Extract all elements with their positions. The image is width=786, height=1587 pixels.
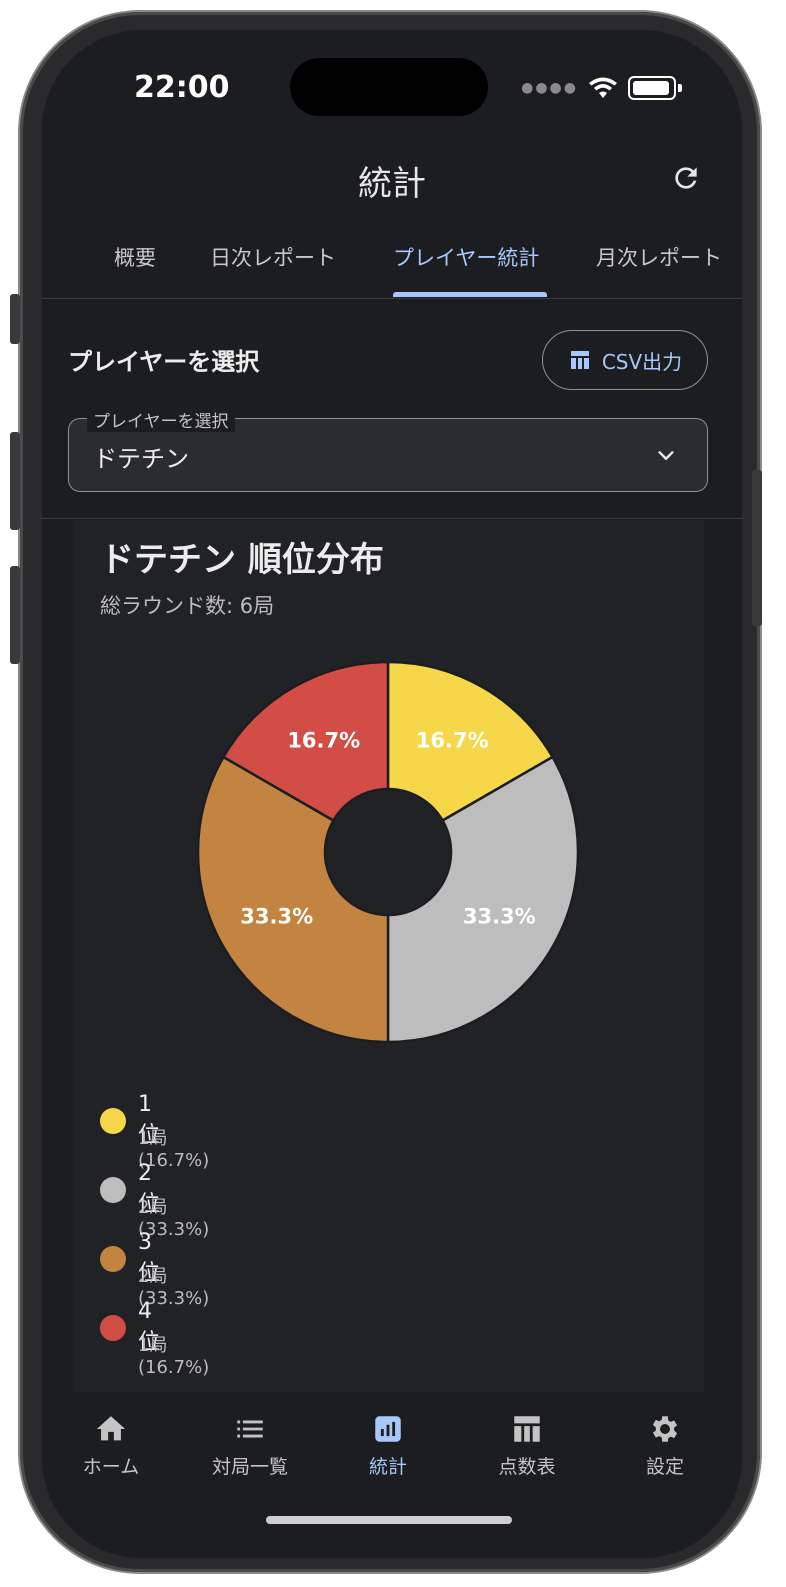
legend-dot — [100, 1315, 126, 1341]
app-screen: 22:00 ●●●● 統計 概要 日次レポート プレイヤー統計 月次レポート プ… — [42, 30, 742, 1558]
player-select-value: ドテチン — [93, 445, 189, 473]
battery-icon — [628, 76, 676, 100]
nav-settings-label: 設定 — [645, 1456, 684, 1478]
rank-distribution-card: ドテチン 順位分布 総ラウンド数: 6局 16.7% 33.3% 33.3% 16.7… — [74, 520, 704, 1400]
nav-stats[interactable]: 統計 — [333, 1412, 443, 1479]
tab-player-stats[interactable]: プレイヤー統計 — [393, 242, 539, 272]
nav-score-table-label: 点数表 — [498, 1456, 556, 1478]
tab-daily-report[interactable]: 日次レポート — [210, 242, 336, 272]
csv-export-button[interactable]: CSV出力 — [542, 330, 708, 390]
nav-settings[interactable]: 設定 — [610, 1412, 720, 1479]
legend-detail: 1局 (16.7%) — [138, 1335, 210, 1378]
tab-monthly-report[interactable]: 月次レポート — [596, 242, 722, 272]
table-icon — [514, 1416, 540, 1442]
mute-switch — [10, 294, 20, 344]
pie-slice-label: 16.7% — [416, 729, 489, 753]
nav-game-list[interactable]: 対局一覧 — [195, 1412, 305, 1479]
legend-dot — [100, 1177, 126, 1203]
gear-icon — [652, 1416, 678, 1442]
list-icon — [237, 1420, 263, 1438]
legend-dot — [100, 1246, 126, 1272]
pie-slice-label: 16.7% — [287, 729, 360, 753]
csv-export-label: CSV出力 — [601, 349, 683, 374]
section-divider — [42, 518, 742, 519]
volume-down-button — [10, 566, 20, 664]
chevron-down-icon — [658, 451, 674, 460]
battery-tip — [678, 84, 682, 92]
legend-dot — [100, 1108, 126, 1134]
signal-icon: ●●●● — [521, 80, 578, 96]
power-button — [752, 470, 762, 626]
rank-donut-chart: 16.7% 33.3% 33.3% 16.7% — [196, 660, 580, 1044]
player-select-label: プレイヤーを選択 — [87, 407, 235, 432]
home-indicator — [266, 1516, 512, 1524]
tab-overview[interactable]: 概要 — [114, 242, 156, 272]
nav-home-label: ホーム — [82, 1456, 140, 1478]
player-select[interactable]: プレイヤーを選択 ドテチン — [68, 407, 708, 492]
nav-score-table[interactable]: 点数表 — [472, 1412, 582, 1479]
pie-slice-2位 — [386, 755, 580, 1044]
home-icon — [96, 1416, 126, 1441]
page-title: 統計 — [358, 164, 426, 204]
tab-indicator — [393, 292, 547, 297]
bottom-navigation: ホーム 対局一覧 統計 点数表 設定 — [42, 1392, 742, 1558]
pie-slice-3位 — [196, 755, 390, 1044]
pie-slice-label: 33.3% — [240, 904, 313, 928]
nav-home[interactable]: ホーム — [56, 1412, 166, 1479]
nav-game-list-label: 対局一覧 — [211, 1456, 288, 1478]
volume-up-button — [10, 432, 20, 530]
nav-stats-label: 統計 — [368, 1456, 407, 1478]
status-icons: ●●●● — [521, 76, 682, 100]
card-subtitle: 総ラウンド数: 6局 — [100, 594, 275, 618]
pie-slice-label: 33.3% — [463, 904, 536, 928]
wifi-icon — [589, 77, 617, 98]
refresh-icon[interactable] — [670, 162, 702, 194]
card-title: ドテチン 順位分布 — [100, 540, 384, 580]
status-time: 22:00 — [134, 70, 230, 105]
player-section-label: プレイヤーを選択 — [68, 348, 260, 376]
chart-icon — [375, 1416, 401, 1442]
tab-bar: 概要 日次レポート プレイヤー統計 月次レポート — [42, 242, 742, 299]
table-icon — [570, 351, 589, 369]
dynamic-island — [290, 58, 488, 116]
